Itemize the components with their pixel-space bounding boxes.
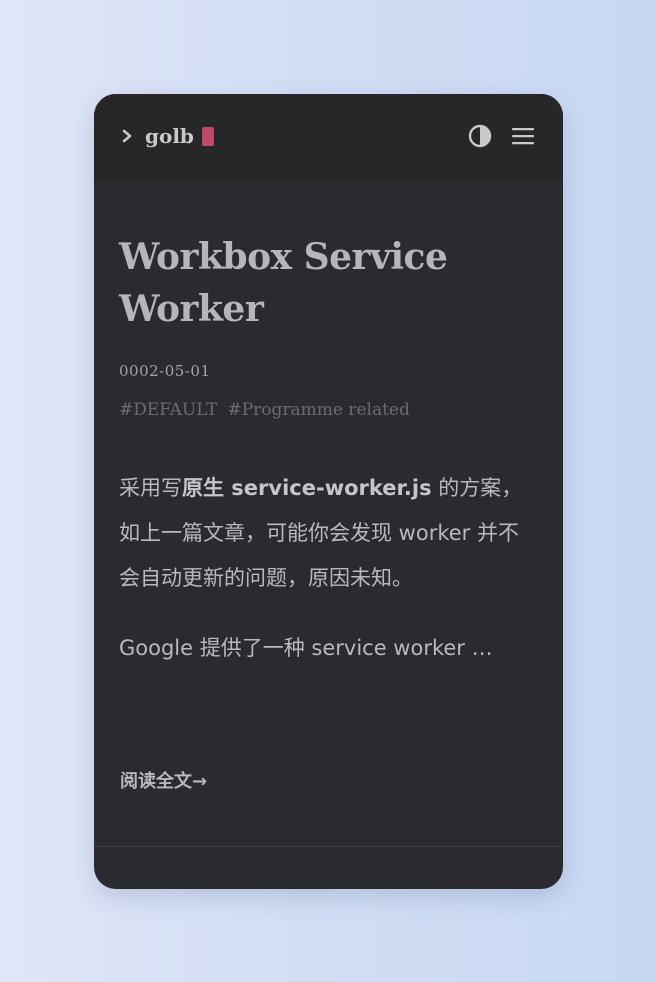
post-tags: #DEFAULT #Programme related — [119, 400, 410, 420]
chevron-right-icon — [122, 129, 132, 143]
excerpt-p1-prefix: 采用写 — [119, 476, 182, 500]
tag-programme-related[interactable]: #Programme related — [227, 400, 409, 420]
footer-divider — [94, 846, 563, 847]
contrast-half-circle-icon — [468, 124, 492, 148]
theme-toggle-button[interactable] — [467, 123, 493, 149]
tag-default[interactable]: #DEFAULT — [119, 400, 217, 420]
post-title[interactable]: Workbox Service Worker — [119, 231, 539, 335]
excerpt-paragraph-2: Google 提供了一种 service worker … — [119, 636, 493, 660]
excerpt-p1-bold: 原生 service-worker.js — [182, 476, 432, 500]
cursor-block — [201, 126, 214, 146]
post-date: 0002-05-01 — [119, 362, 211, 380]
site-logo[interactable]: golb — [120, 122, 214, 150]
site-header: golb — [94, 94, 563, 180]
hamburger-menu-icon — [512, 128, 534, 145]
excerpt-paragraph-1: 采用写原生 service-worker.js 的方案，如上一篇文章，可能你会发… — [119, 466, 539, 601]
post-excerpt: 采用写原生 service-worker.js 的方案，如上一篇文章，可能你会发… — [119, 466, 539, 671]
menu-button[interactable] — [510, 123, 536, 149]
read-more-link[interactable]: 阅读全文→ — [120, 767, 207, 793]
post-card: golb Workbox Service Worker 0002-05-01 #… — [94, 94, 563, 889]
site-name: golb — [145, 124, 194, 148]
